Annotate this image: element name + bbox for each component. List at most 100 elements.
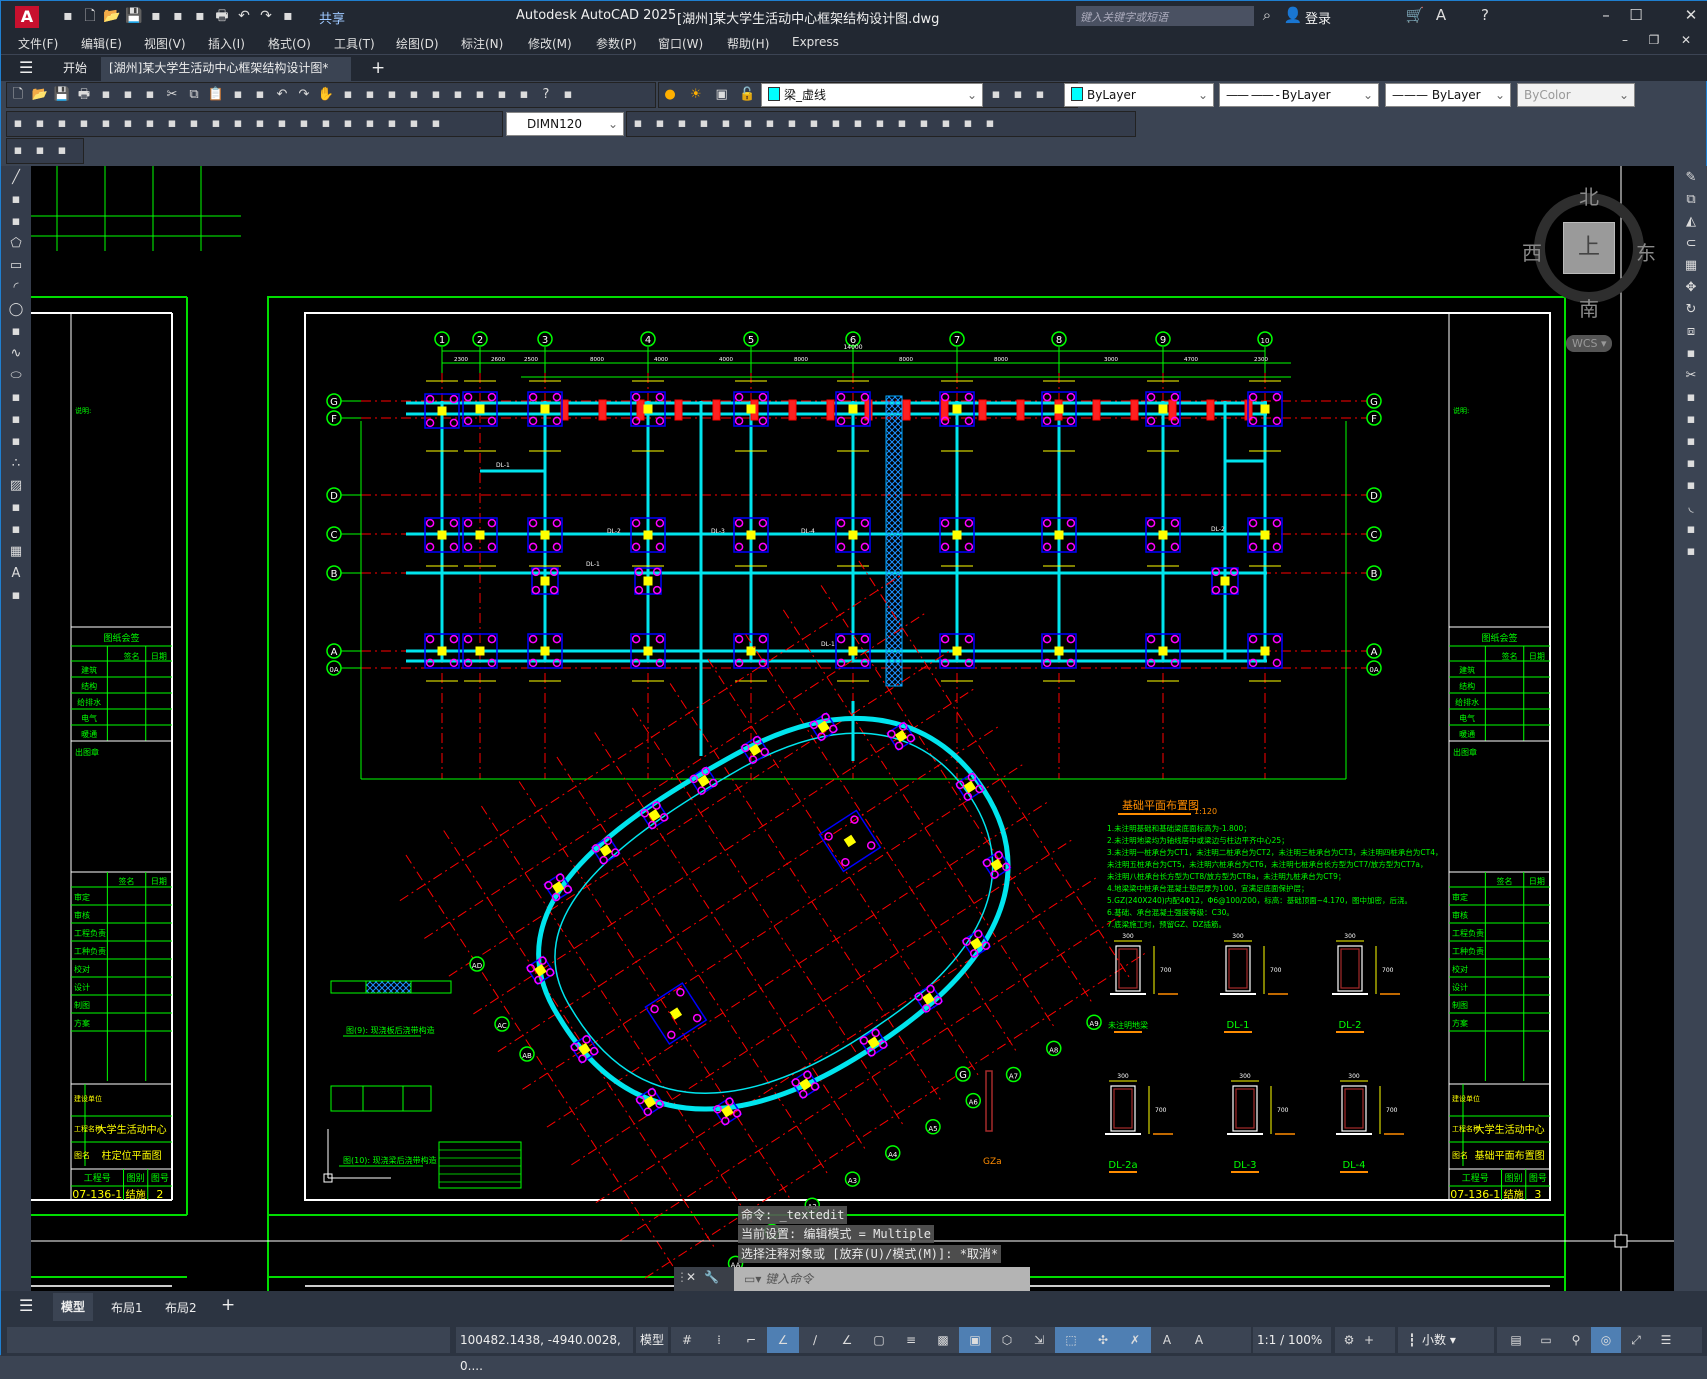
layer-on-icon[interactable]: ● [660, 85, 680, 105]
spline-icon[interactable]: ∿ [5, 344, 27, 364]
cut-icon[interactable]: ✂ [162, 85, 182, 105]
jogged-icon[interactable]: ▪ [118, 114, 138, 134]
doc-restore-button[interactable]: ❐ [1644, 33, 1664, 47]
share-button[interactable]: 共享 [319, 8, 345, 27]
tab-layout1[interactable]: 布局1 [111, 1299, 143, 1316]
dim-text-edit-icon[interactable]: ▪ [404, 114, 424, 134]
autodesk-account-icon[interactable]: A [1431, 6, 1451, 24]
properties-icon[interactable]: ▪ [404, 85, 424, 105]
app-menu-button[interactable]: A [15, 6, 39, 28]
copy-icon[interactable]: ⧉ [184, 85, 204, 105]
model-space-button[interactable]: 模型 [636, 1327, 668, 1353]
taper-faces-icon[interactable]: ▪ [826, 114, 846, 134]
rotate-icon[interactable]: ↻ [1680, 300, 1702, 320]
inspect-icon[interactable]: ▪ [338, 114, 358, 134]
maximize-button[interactable]: ☐ [1626, 6, 1646, 24]
quick-dim-icon[interactable]: ▪ [184, 114, 204, 134]
tab-drawing[interactable]: [湖州]某大学生活动中心框架结构设计图* × [101, 57, 351, 97]
erase-icon[interactable]: ✎ [1680, 168, 1702, 188]
compass-east[interactable]: 东 [1636, 237, 1656, 266]
auto-scale-icon[interactable]: A [1151, 1327, 1183, 1353]
cart-icon[interactable]: 🛒 [1405, 6, 1425, 24]
tool-palettes-icon[interactable]: ▪ [448, 85, 468, 105]
3d-osnap-icon[interactable]: ⬡ [991, 1327, 1023, 1353]
print-preview-icon[interactable]: ▪ [96, 85, 116, 105]
layer-dropdown[interactable]: 梁_虚线 ⌄ [761, 83, 983, 107]
selection-cycling-icon[interactable]: ▣ [959, 1327, 991, 1353]
extrude-faces-icon[interactable]: ▪ [716, 114, 736, 134]
dim-style-icon[interactable]: ▪ [628, 114, 648, 134]
customization-icon[interactable]: ☰ [1651, 1327, 1681, 1353]
check-spelling-icon[interactable]: ▪ [30, 141, 50, 161]
mtext-icon[interactable]: A [5, 564, 27, 584]
ucs-dropdown[interactable]: WCS ▾ [1566, 335, 1612, 352]
file-tabs-menu-icon[interactable]: ☰ [11, 57, 41, 81]
selection-filter-icon[interactable]: ⬚ [1055, 1327, 1087, 1353]
ordinate-icon[interactable]: ▪ [74, 114, 94, 134]
menu-12[interactable]: Express [792, 35, 839, 49]
check-icon[interactable]: ▪ [980, 114, 1000, 134]
gizmo-icon[interactable]: ✣ [1087, 1327, 1119, 1353]
revcloud-icon[interactable]: ▪ [5, 322, 27, 342]
zoom-window-icon[interactable]: ▪ [360, 85, 380, 105]
aligned-dim-icon[interactable]: ▪ [30, 114, 50, 134]
delete-faces-icon[interactable]: ▪ [782, 114, 802, 134]
isolate-icon[interactable]: ⚲ [1561, 1327, 1591, 1353]
save-as-icon[interactable]: ▪ [147, 7, 165, 25]
diameter-icon[interactable]: ▪ [140, 114, 160, 134]
dynamic-ucs-icon[interactable]: ⇲ [1023, 1327, 1055, 1353]
annotation-scale-icon[interactable]: A [1183, 1327, 1215, 1353]
help-icon[interactable]: ? [536, 85, 556, 105]
doc-close-button[interactable]: ✕ [1676, 33, 1696, 47]
save-icon[interactable]: 💾 [52, 85, 72, 105]
union-icon[interactable]: ▪ [650, 114, 670, 134]
offset-icon[interactable]: ⊂ [1680, 234, 1702, 254]
viewcube-top-face[interactable]: 上 [1563, 222, 1615, 274]
chamfer-icon[interactable]: ▪ [1680, 476, 1702, 496]
make-current-icon[interactable]: ▪ [986, 85, 1006, 105]
text-edit-icon[interactable]: ▪ [8, 141, 28, 161]
menu-9[interactable]: 参数(P) [596, 35, 637, 52]
imprint-icon[interactable]: ▪ [892, 114, 912, 134]
layer-thaw-icon[interactable]: ☀ [686, 85, 706, 105]
workspace-icon[interactable]: ⚙ [1339, 1327, 1359, 1353]
menu-arrow-icon[interactable]: ▪ [59, 7, 77, 25]
help-icon[interactable]: ? [1475, 6, 1495, 24]
scale-icon[interactable]: ⧈ [1680, 322, 1702, 342]
layer-viewport-icon[interactable]: ▣ [712, 85, 732, 105]
tab-start[interactable]: 开始 [55, 57, 95, 81]
tab-model[interactable]: 模型 [53, 1293, 94, 1321]
hatch-icon[interactable]: ▨ [5, 476, 27, 496]
subtract-icon[interactable]: ▪ [672, 114, 692, 134]
osnap-tracking-icon[interactable]: ∠ [831, 1327, 863, 1353]
angular-icon[interactable]: ▪ [162, 114, 182, 134]
linetype-dropdown[interactable]: —— —— - ByLayer ⌄ [1219, 83, 1379, 107]
drawing-canvas[interactable]: 说明: 图纸会签 签名 日期 建筑 结构 给排水 电气 暖通 出图章 签名 日期 审定 审核 工程负责 工种负… [31, 166, 1674, 1291]
polygon-icon[interactable]: ⬠ [5, 234, 27, 254]
compass-south[interactable]: 南 [1579, 293, 1599, 322]
user-icon[interactable]: 👤 [1283, 6, 1303, 24]
units-dropdown[interactable]: ┇ 小数 ▾ [1398, 1327, 1494, 1353]
break-icon[interactable]: ▪ [1680, 432, 1702, 452]
open-icon[interactable]: 📂 [103, 7, 121, 25]
publish-icon[interactable]: ▪ [118, 85, 138, 105]
annotation-scale[interactable]: 1:1 / 100% [1253, 1327, 1331, 1353]
baseline-icon[interactable]: ▪ [206, 114, 226, 134]
lineweight-dropdown[interactable]: ——— ByLayer ⌄ [1385, 83, 1511, 107]
plus-icon[interactable]: + [1359, 1327, 1379, 1353]
menu-10[interactable]: 窗口(W) [658, 35, 703, 52]
doc-minimize-button[interactable]: – [1615, 33, 1635, 47]
copy-faces-icon[interactable]: ▪ [848, 114, 868, 134]
new-icon[interactable]: 🗋 [81, 7, 99, 25]
mirror-icon[interactable]: ◭ [1680, 212, 1702, 232]
blend-curves-icon[interactable]: ▪ [1680, 520, 1702, 540]
layer-states-icon[interactable]: ▪ [1030, 85, 1050, 105]
line-icon[interactable]: ╱ [5, 168, 27, 188]
trim-icon[interactable]: ✂ [1680, 366, 1702, 386]
save-icon[interactable]: 💾 [125, 7, 143, 25]
move-faces-icon[interactable]: ▪ [738, 114, 758, 134]
match-properties-icon[interactable]: ▪ [228, 85, 248, 105]
menu-6[interactable]: 绘图(D) [396, 35, 439, 52]
menu-5[interactable]: 工具(T) [334, 35, 375, 52]
make-block-icon[interactable]: ▪ [5, 432, 27, 452]
